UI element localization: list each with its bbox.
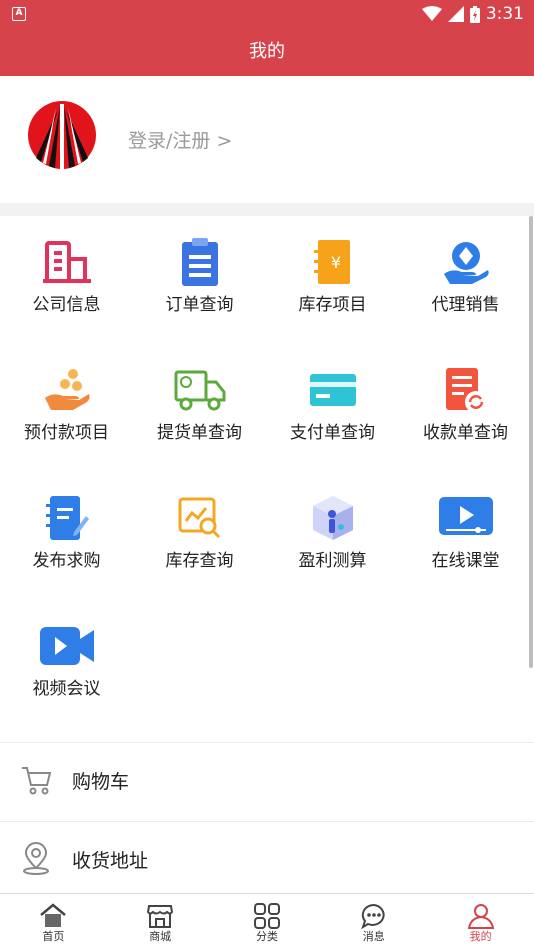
tab-profile[interactable]: 我的 — [427, 894, 534, 950]
tab-label: 首页 — [42, 930, 65, 943]
grid-item-company-info[interactable]: 公司信息 — [0, 216, 133, 344]
inventory-book-icon: ¥ — [304, 236, 362, 288]
login-register-link[interactable]: 登录/注册 > — [128, 128, 232, 154]
video-camera-icon — [38, 620, 96, 672]
cart-icon — [22, 767, 52, 795]
svg-text:¥: ¥ — [331, 253, 341, 272]
function-grid: 公司信息 订单查询 ¥ 库存项目 代理销售 预付款项目 提货单查询 支付单查询 … — [0, 216, 534, 742]
grid-item-label: 在线课堂 — [431, 551, 500, 571]
grid-item-label: 库存查询 — [165, 551, 234, 571]
tab-label: 消息 — [362, 930, 385, 943]
grid-item-agent-sales[interactable]: 代理销售 — [399, 216, 532, 344]
grid-item-inventory-project[interactable]: ¥ 库存项目 — [266, 216, 399, 344]
location-pin-icon — [23, 842, 49, 875]
receipt-refresh-icon — [437, 364, 495, 416]
tab-category[interactable]: 分类 — [214, 894, 321, 950]
message-bubble-icon — [360, 903, 385, 930]
notification-icon: A — [12, 7, 26, 21]
tab-label: 商城 — [149, 930, 172, 943]
wifi-icon — [421, 6, 442, 21]
tab-label: 我的 — [469, 930, 492, 943]
grid-item-label: 公司信息 — [32, 295, 101, 315]
grid-item-label: 盈利测算 — [298, 551, 367, 571]
tab-home[interactable]: 首页 — [0, 894, 107, 950]
delivery-truck-icon — [171, 364, 229, 416]
clipboard-icon — [171, 236, 229, 288]
list-item-cart[interactable]: 购物车 — [0, 742, 534, 821]
shop-icon — [147, 905, 174, 928]
home-icon — [40, 903, 67, 927]
grid-item-label: 发布求购 — [32, 551, 101, 571]
page-title: 我的 — [249, 41, 285, 62]
grid-item-label: 提货单查询 — [157, 423, 242, 443]
payment-card-icon — [304, 364, 362, 416]
company-logo — [28, 101, 96, 170]
building-icon — [38, 236, 96, 288]
grid-item-label: 订单查询 — [165, 295, 234, 315]
grid-item-video-meeting[interactable]: 视频会议 — [0, 600, 133, 728]
agent-hand-icon — [437, 236, 495, 288]
category-grid-icon — [253, 903, 280, 929]
tab-label: 分类 — [255, 930, 278, 943]
tab-messages[interactable]: 消息 — [320, 894, 427, 950]
scrollbar[interactable] — [529, 216, 533, 668]
login-card[interactable]: 登录/注册 > — [0, 76, 534, 203]
profile-icon — [467, 904, 494, 929]
grid-item-publish-purchase[interactable]: 发布求购 — [0, 472, 133, 600]
grid-item-delivery-query[interactable]: 提货单查询 — [133, 344, 266, 472]
grid-item-profit-calc[interactable]: 盈利测算 — [266, 472, 399, 600]
profit-cube-icon — [304, 492, 362, 544]
grid-item-stock-query[interactable]: 库存查询 — [133, 472, 266, 600]
video-play-icon — [437, 492, 495, 544]
signal-icon — [447, 6, 464, 22]
grid-item-label: 视频会议 — [32, 679, 101, 699]
list-item-label: 购物车 — [72, 771, 130, 793]
grid-item-receipt-query[interactable]: 收款单查询 — [399, 344, 532, 472]
battery-icon — [469, 5, 480, 23]
grid-item-label: 预付款项目 — [24, 423, 109, 443]
section-divider — [0, 203, 534, 216]
title-bar: 我的 — [0, 28, 534, 76]
grid-item-online-class[interactable]: 在线课堂 — [399, 472, 532, 600]
status-icons: 3:31 — [421, 4, 524, 24]
bottom-tab-bar: 首页 商城 分类 消息 我的 — [0, 893, 534, 950]
stock-search-icon — [171, 492, 229, 544]
list-item-shipping-address[interactable]: 收货地址 — [0, 821, 534, 900]
prepay-coins-hand-icon — [38, 364, 96, 416]
status-bar: A 3:31 — [0, 0, 534, 28]
grid-item-label: 收款单查询 — [423, 423, 508, 443]
grid-item-label: 代理销售 — [431, 295, 500, 315]
grid-item-prepayment[interactable]: 预付款项目 — [0, 344, 133, 472]
grid-item-label: 支付单查询 — [290, 423, 375, 443]
tab-shop[interactable]: 商城 — [107, 894, 214, 950]
grid-item-order-query[interactable]: 订单查询 — [133, 216, 266, 344]
list-item-label: 收货地址 — [72, 850, 149, 872]
grid-item-payment-query[interactable]: 支付单查询 — [266, 344, 399, 472]
notebook-pen-icon — [38, 492, 96, 544]
grid-item-label: 库存项目 — [298, 295, 367, 315]
clock: 3:31 — [485, 4, 524, 24]
